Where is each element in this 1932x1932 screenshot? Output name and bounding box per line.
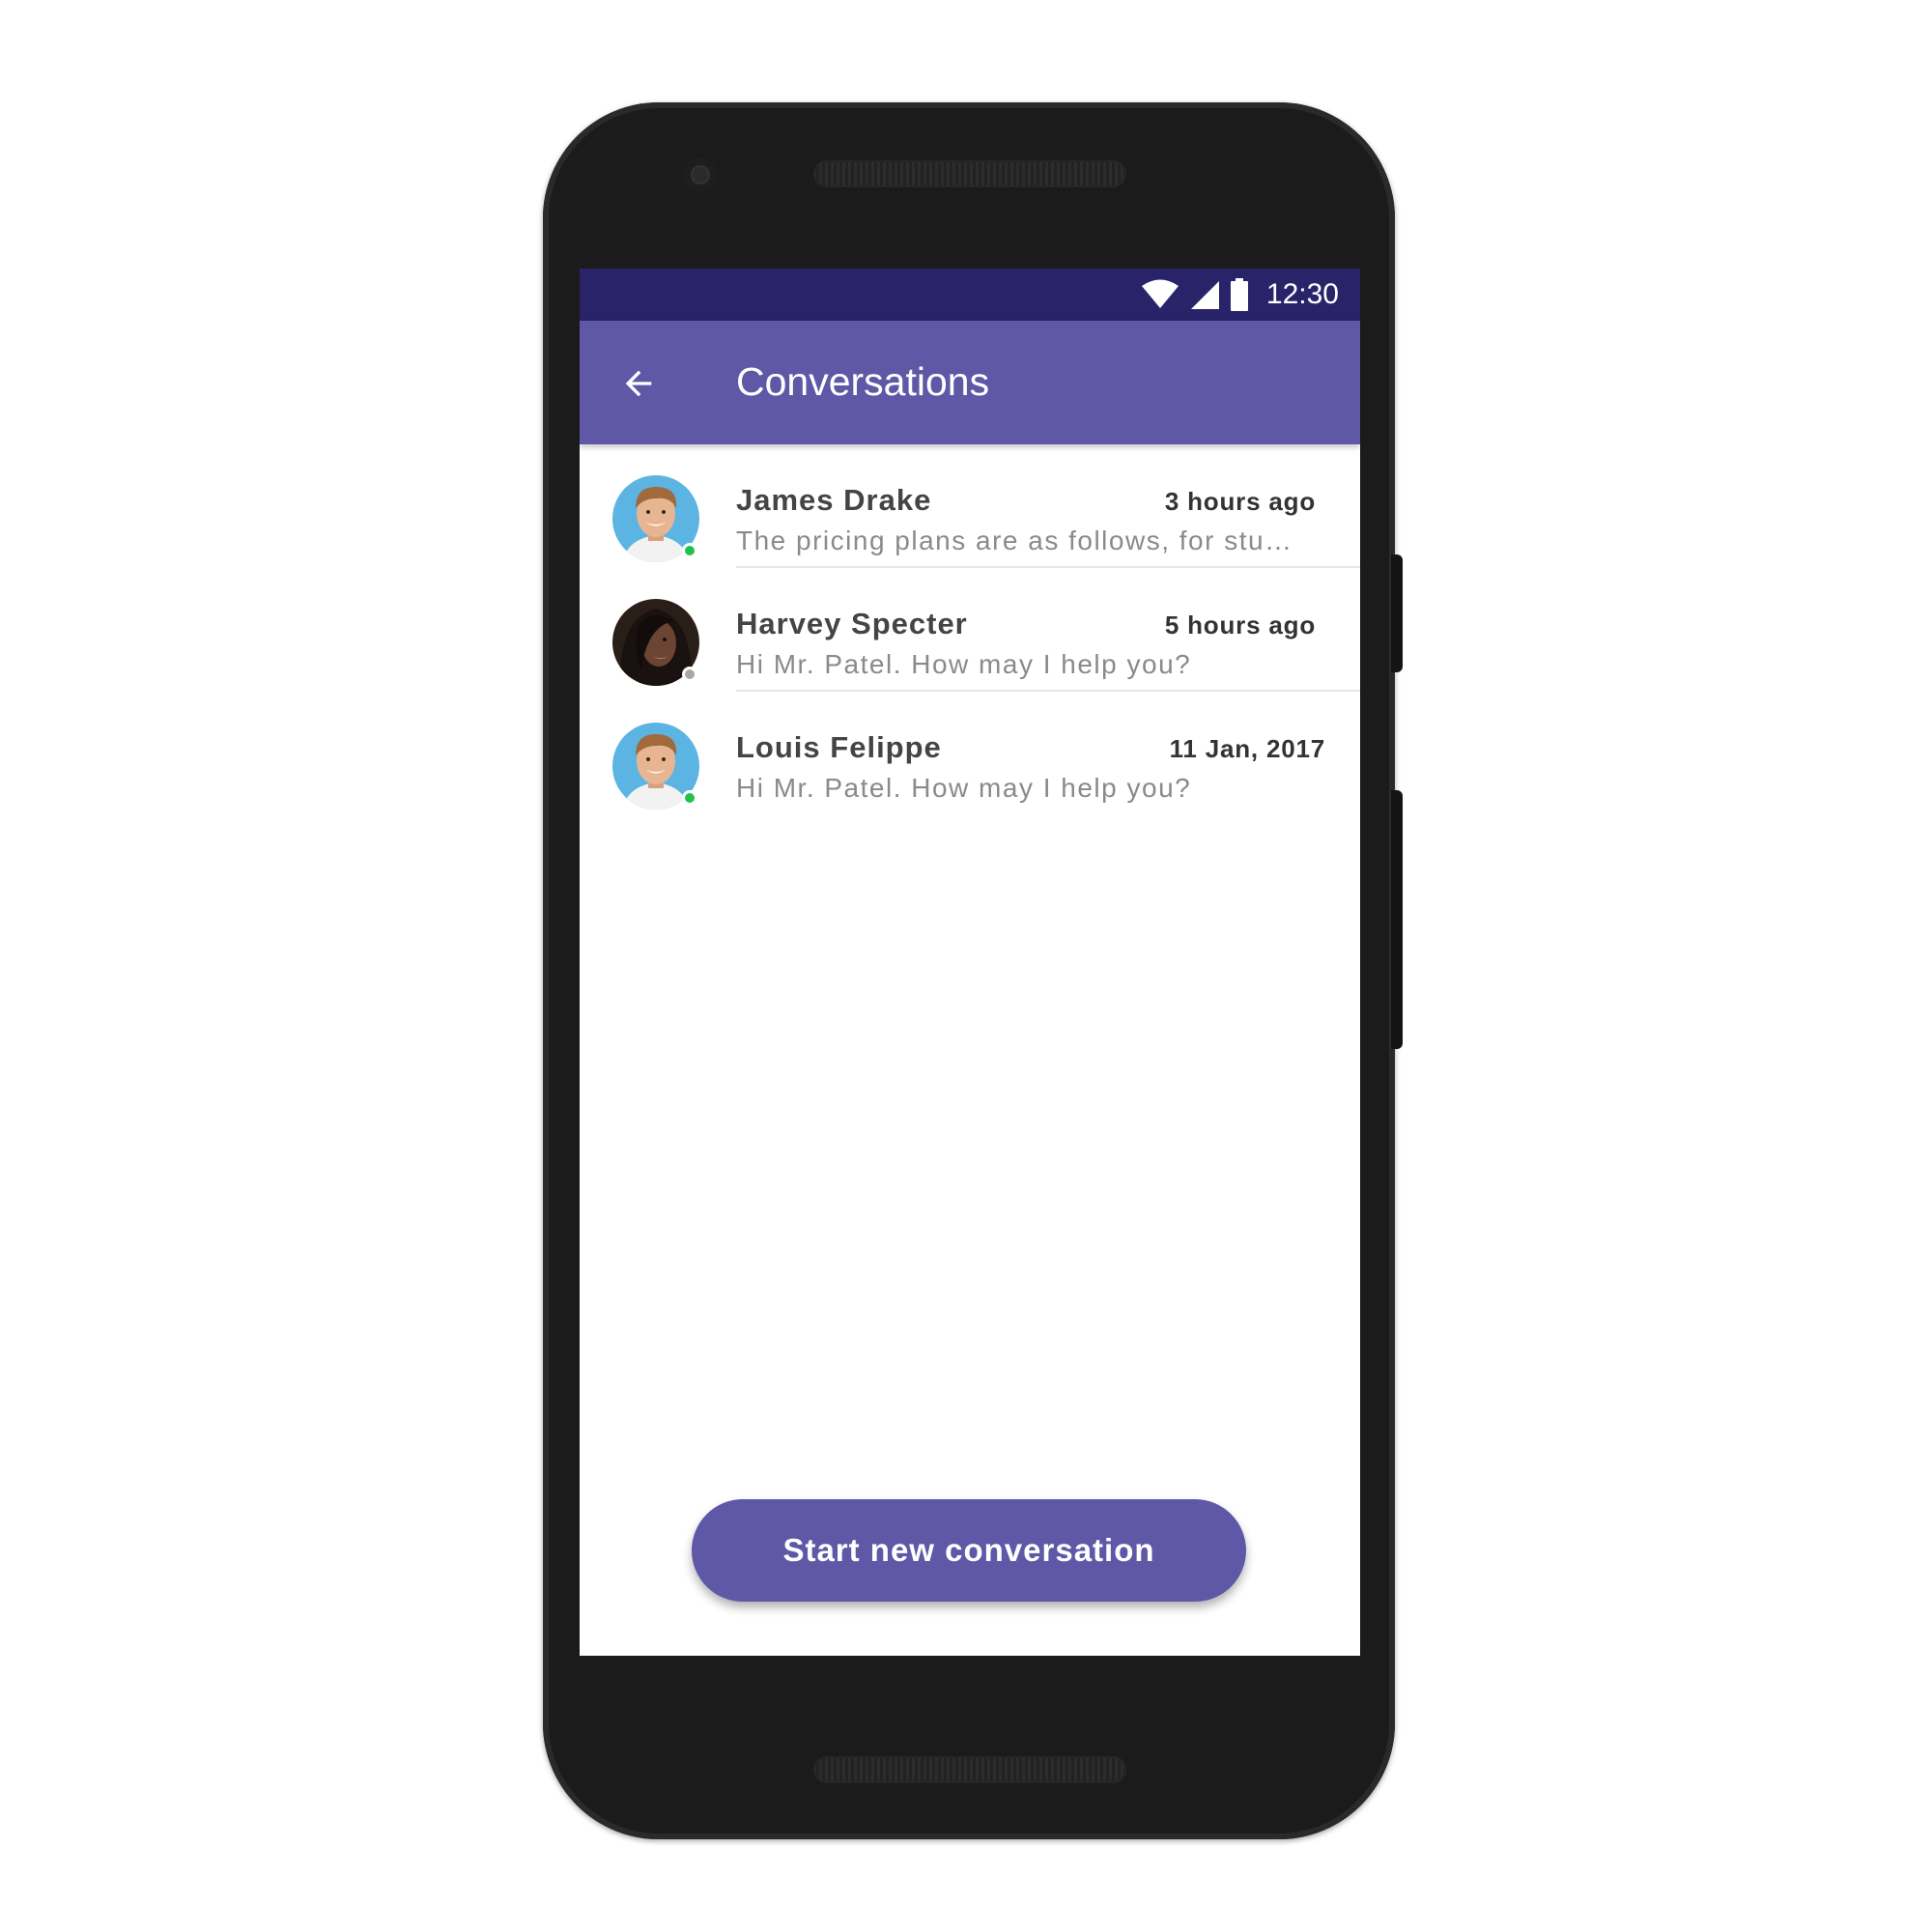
wifi-icon [1141, 279, 1179, 308]
contact-name: Harvey Specter [736, 607, 968, 640]
volume-rocker [1391, 790, 1403, 1049]
start-new-conversation-button[interactable]: Start new conversation [692, 1499, 1246, 1602]
status-icons: 12:30 [1141, 269, 1339, 321]
back-button[interactable] [612, 357, 665, 410]
page-title: Conversations [736, 359, 990, 404]
message-timestamp: 5 hours ago [1164, 611, 1316, 639]
online-status-dot [682, 543, 697, 558]
cell-signal-icon [1190, 281, 1219, 309]
front-camera-icon [684, 158, 717, 191]
message-timestamp: 11 Jan, 2017 [1169, 734, 1325, 763]
earpiece-speaker [813, 160, 1126, 187]
message-preview: Hi Mr. Patel. How may I help you? [736, 649, 1192, 679]
conversation-item[interactable]: Louis Felippe 11 Jan, 2017 Hi Mr. Patel.… [580, 692, 1360, 815]
avatar [612, 599, 699, 686]
conversation-item[interactable]: Harvey Specter 5 hours ago Hi Mr. Patel.… [580, 568, 1360, 692]
message-preview: Hi Mr. Patel. How may I help you? [736, 773, 1192, 803]
clock: 12:30 [1265, 278, 1339, 310]
avatar [612, 475, 699, 562]
online-status-dot [682, 790, 697, 806]
message-timestamp: 3 hours ago [1164, 487, 1316, 516]
power-button [1391, 554, 1403, 672]
contact-name: James Drake [736, 483, 932, 517]
device-mockup: 12:30 Conversations James Drake 3 hours … [0, 0, 1932, 1932]
avatar [612, 723, 699, 810]
bottom-speaker [813, 1756, 1126, 1783]
conversation-list: James Drake 3 hours ago The pricing plan… [580, 444, 1360, 815]
battery-icon [1230, 278, 1248, 311]
offline-status-dot [682, 667, 697, 682]
conversation-item[interactable]: James Drake 3 hours ago The pricing plan… [580, 444, 1360, 568]
message-preview: The pricing plans are as follows, for st… [736, 526, 1293, 555]
screen: 12:30 Conversations James Drake 3 hours … [580, 269, 1360, 1656]
status-bar: 12:30 [580, 269, 1360, 321]
contact-name: Louis Felippe [736, 730, 942, 764]
arrow-back-icon [625, 370, 652, 397]
app-bar: Conversations [580, 321, 1360, 444]
